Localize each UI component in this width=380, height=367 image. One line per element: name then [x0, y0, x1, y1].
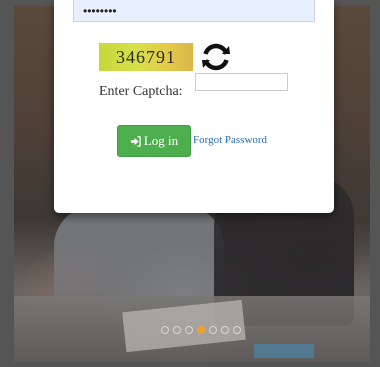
carousel-dot[interactable]	[173, 326, 181, 334]
captcha-label: Enter Captcha:	[99, 84, 183, 99]
login-button[interactable]: Log in	[117, 125, 191, 157]
refresh-captcha-icon[interactable]	[200, 42, 232, 72]
password-field[interactable]: ••••••••	[73, 0, 315, 22]
login-modal: •••••••• 346791 Enter Captcha: Log in Fo…	[54, 0, 334, 213]
sign-in-icon	[130, 135, 141, 147]
login-button-label: Log in	[143, 133, 179, 148]
carousel-dot[interactable]	[233, 326, 241, 334]
captcha-input[interactable]	[195, 73, 288, 91]
carousel-indicators	[161, 326, 241, 334]
forgot-password-link[interactable]: Forgot Password	[193, 134, 267, 146]
carousel-dot[interactable]	[185, 326, 193, 334]
carousel-dot[interactable]	[209, 326, 217, 334]
carousel-dot[interactable]	[161, 326, 169, 334]
photo-desk-item	[254, 344, 314, 358]
carousel-dot[interactable]	[197, 326, 205, 334]
carousel-dot[interactable]	[221, 326, 229, 334]
captcha-image: 346791	[99, 43, 193, 71]
